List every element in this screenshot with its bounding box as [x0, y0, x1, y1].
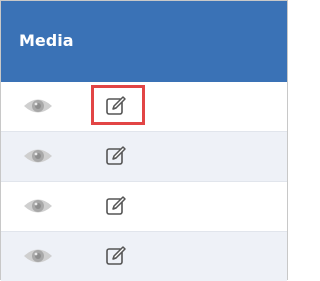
eye-icon[interactable] — [23, 246, 53, 266]
table-row — [1, 232, 287, 281]
edit-icon[interactable] — [104, 194, 128, 218]
media-table: Media — [0, 0, 288, 281]
edit-highlight-box — [91, 85, 145, 125]
table-header: Media — [1, 1, 287, 82]
column-header-media: Media — [19, 31, 74, 50]
table-row — [1, 182, 287, 231]
eye-icon[interactable] — [23, 96, 53, 116]
edit-icon[interactable] — [104, 144, 128, 168]
table-row — [1, 132, 287, 181]
edit-icon[interactable] — [104, 244, 128, 268]
eye-icon[interactable] — [23, 196, 53, 216]
eye-icon[interactable] — [23, 146, 53, 166]
